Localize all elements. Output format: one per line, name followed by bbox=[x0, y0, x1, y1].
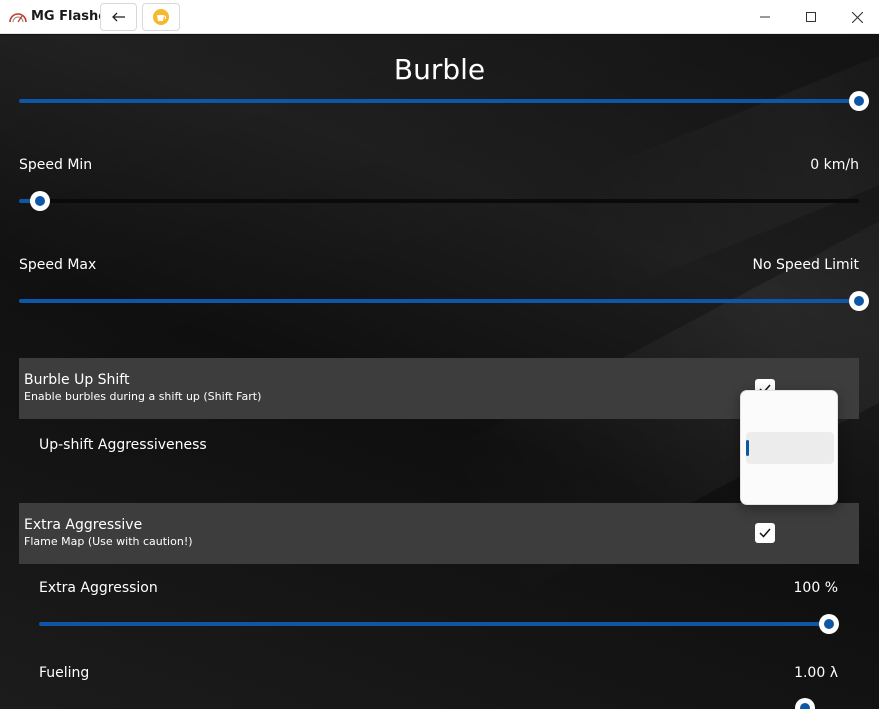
minimize-icon bbox=[760, 16, 770, 18]
back-button[interactable] bbox=[100, 3, 137, 31]
speed-min-label: Speed Min bbox=[19, 157, 93, 173]
burble-up-shift-title: Burble Up Shift bbox=[24, 372, 130, 388]
flyout-selected-item[interactable] bbox=[746, 432, 834, 464]
minimize-button[interactable] bbox=[742, 0, 788, 34]
page-title: Burble bbox=[393, 53, 486, 86]
close-button[interactable] bbox=[834, 0, 879, 34]
extra-aggressive-section: Extra Aggressive Flame Map (Use with cau… bbox=[19, 503, 859, 564]
close-icon bbox=[851, 11, 863, 23]
mg-flasher-logo bbox=[9, 13, 27, 23]
extra-aggressive-checkbox[interactable] bbox=[755, 523, 775, 543]
buy-me-coffee-button[interactable] bbox=[142, 3, 180, 31]
maximize-button[interactable] bbox=[788, 0, 834, 34]
speed-min-slider[interactable] bbox=[19, 191, 859, 211]
fueling-label: Fueling bbox=[39, 665, 90, 681]
slider-fill bbox=[19, 299, 859, 303]
extra-aggression-value: 100 % bbox=[793, 580, 838, 596]
arrow-left-icon bbox=[111, 12, 125, 22]
speed-max-slider[interactable] bbox=[19, 291, 869, 311]
aggressiveness-flyout[interactable] bbox=[740, 390, 838, 505]
slider-thumb[interactable] bbox=[849, 91, 869, 111]
burble-up-shift-section: Burble Up Shift Enable burbles during a … bbox=[19, 358, 859, 419]
slider-fill bbox=[19, 99, 859, 103]
extra-aggressive-description: Flame Map (Use with caution!) bbox=[24, 535, 193, 548]
top-slider[interactable] bbox=[19, 91, 869, 111]
extra-aggression-slider[interactable] bbox=[39, 614, 839, 634]
maximize-icon bbox=[806, 12, 816, 22]
speed-min-value: 0 km/h bbox=[810, 157, 859, 173]
speed-max-label: Speed Max bbox=[19, 257, 97, 273]
slider-thumb[interactable] bbox=[819, 614, 839, 634]
buy-me-coffee-icon bbox=[153, 9, 169, 25]
checkmark-icon bbox=[759, 528, 771, 538]
burble-settings-panel: Burble Speed Min 0 km/h Speed Max No Spe… bbox=[0, 35, 879, 709]
fueling-value: 1.00 λ bbox=[794, 665, 838, 681]
slider-thumb[interactable] bbox=[795, 698, 815, 709]
slider-thumb[interactable] bbox=[30, 191, 50, 211]
slider-fill bbox=[39, 622, 829, 626]
upshift-aggressiveness-label: Up-shift Aggressiveness bbox=[39, 437, 207, 453]
fueling-slider-partial[interactable] bbox=[795, 698, 815, 709]
burble-up-shift-description: Enable burbles during a shift up (Shift … bbox=[24, 390, 262, 403]
slider-track bbox=[19, 199, 859, 203]
slider-thumb[interactable] bbox=[849, 291, 869, 311]
flyout-selection-indicator bbox=[746, 440, 749, 456]
extra-aggressive-title: Extra Aggressive bbox=[24, 517, 143, 533]
title-bar: MG Flasher bbox=[0, 0, 879, 34]
extra-aggression-label: Extra Aggression bbox=[39, 580, 158, 596]
speed-max-value: No Speed Limit bbox=[752, 257, 859, 273]
